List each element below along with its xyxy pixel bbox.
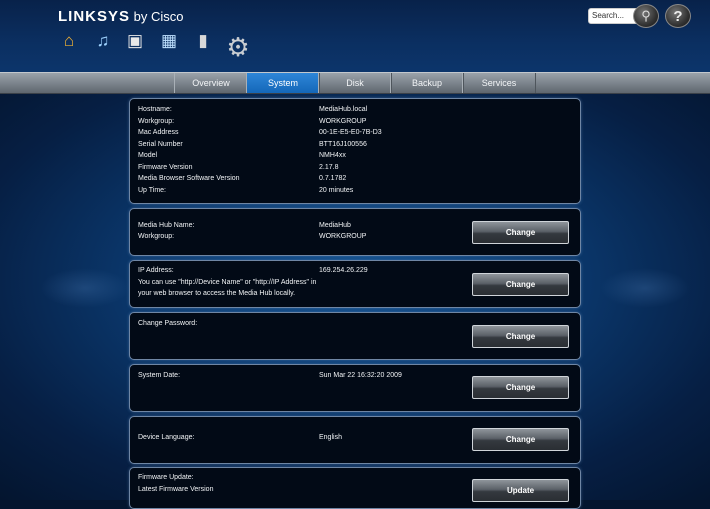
ip-address-label: IP Address: [138, 267, 174, 274]
search-button[interactable]: ⚲ [633, 4, 659, 28]
update-firmware-button[interactable]: Update [472, 479, 569, 502]
ip-address-panel: IP Address: 169.254.26.229 You can use "… [129, 260, 581, 308]
hostname-value: MediaHub.local [319, 106, 368, 113]
hostname-label: Hostname: [138, 106, 172, 113]
tab-backup[interactable]: Backup [390, 73, 464, 93]
brand-suffix: by Cisco [130, 9, 184, 24]
system-date-label: System Date: [138, 372, 181, 379]
workgroup-label: Workgroup: [138, 118, 175, 125]
device-language-panel: Device Language: English Change [129, 416, 581, 464]
search-icon: ⚲ [641, 8, 651, 23]
system-date-panel: System Date: Sun Mar 22 16:32:20 2009 Ch… [129, 364, 581, 412]
serial-number-label: Serial Number [138, 141, 183, 148]
media-browser-version-value: 0.7.1782 [319, 175, 347, 182]
device-language-value: English [319, 434, 342, 441]
model-label: Model [138, 152, 158, 159]
media-hub-name-label: Media Hub Name: [138, 222, 195, 229]
uptime-label: Up Time: [138, 187, 167, 194]
uptime-value: 20 minutes [319, 187, 354, 194]
tab-services[interactable]: Services [462, 73, 536, 93]
model-value: NMH4xx [319, 152, 346, 159]
photo-icon[interactable]: ▣ [124, 30, 146, 52]
storage-icon[interactable]: ▮ [192, 30, 214, 52]
mac-address-label: Mac Address [138, 129, 179, 136]
media-hub-name-panel: Media Hub Name: MediaHub Workgroup: WORK… [129, 208, 581, 256]
media-hub-name-value: MediaHub [319, 222, 351, 229]
change-date-button[interactable]: Change [472, 376, 569, 399]
header: LINKSYS by Cisco ⌂ ♫ ▣ ▦ ▮ ⚙ Search... ⚲… [0, 0, 710, 72]
decorative-glow-left [40, 268, 130, 308]
firmware-update-label: Firmware Update: [138, 474, 194, 481]
change-password-panel: Change Password: Change [129, 312, 581, 360]
brand-name: LINKSYS [58, 8, 131, 25]
media-browser-version-label: Media Browser Software Version [138, 175, 240, 182]
ip-hint-line-1: You can use "http://Device Name" or "htt… [138, 279, 317, 286]
name-workgroup-value: WORKGROUP [319, 233, 367, 240]
change-name-button[interactable]: Change [472, 221, 569, 244]
workgroup-value: WORKGROUP [319, 118, 367, 125]
firmware-update-panel: Firmware Update: Latest Firmware Version… [129, 467, 581, 509]
tab-overview[interactable]: Overview [174, 73, 248, 93]
help-button[interactable]: ? [665, 4, 691, 28]
change-password-button[interactable]: Change [472, 325, 569, 348]
mac-address-value: 00-1E-E5-E0-7B-D3 [319, 129, 382, 136]
tab-bar: Overview System Disk Backup Services [0, 72, 710, 94]
music-icon[interactable]: ♫ [92, 30, 114, 52]
name-workgroup-label: Workgroup: [138, 233, 175, 240]
ip-hint-line-2: your web browser to access the Media Hub… [138, 290, 296, 297]
serial-number-value: BTT16J100556 [319, 141, 367, 148]
linksys-logo: LINKSYS by Cisco [58, 8, 183, 25]
change-ip-button[interactable]: Change [472, 273, 569, 296]
decorative-glow-right [600, 268, 690, 308]
search-input[interactable]: Search... [588, 8, 639, 24]
settings-gear-icon[interactable]: ⚙ [224, 32, 252, 62]
latest-firmware-label: Latest Firmware Version [138, 486, 214, 493]
home-icon[interactable]: ⌂ [58, 30, 80, 52]
tab-system[interactable]: System [246, 73, 320, 93]
change-password-label: Change Password: [138, 320, 198, 327]
device-language-label: Device Language: [138, 434, 195, 441]
video-icon[interactable]: ▦ [158, 30, 180, 52]
system-info-panel: Hostname: MediaHub.local Workgroup: WORK… [129, 98, 581, 204]
change-language-button[interactable]: Change [472, 428, 569, 451]
firmware-version-label: Firmware Version [138, 164, 193, 171]
ip-address-value: 169.254.26.229 [319, 267, 368, 274]
firmware-version-value: 2.17.8 [319, 164, 339, 171]
system-date-value: Sun Mar 22 16:32:20 2009 [319, 372, 402, 379]
tab-disk[interactable]: Disk [318, 73, 392, 93]
